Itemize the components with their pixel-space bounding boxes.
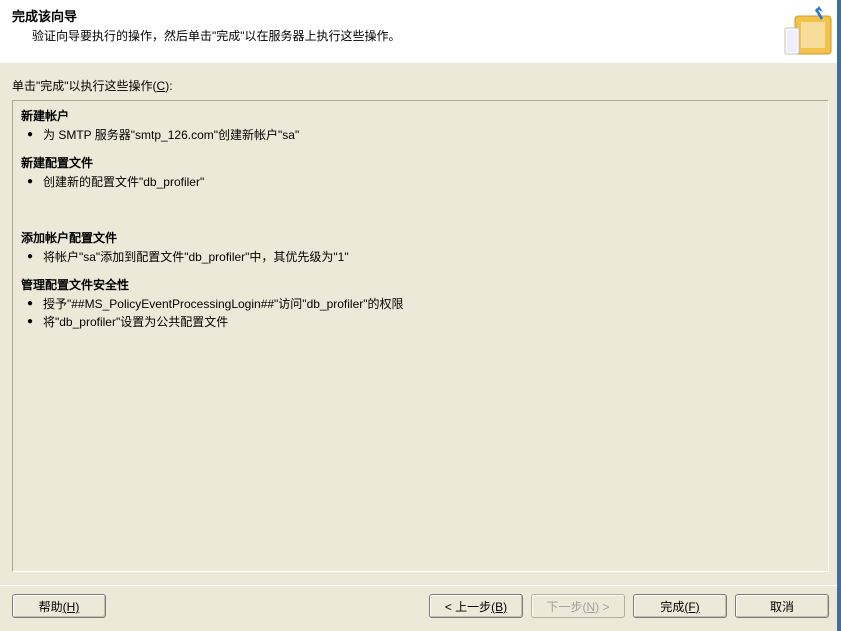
footer-right: < 上一步(B) 下一步(N) > 完成(F) 取消 [429, 594, 829, 618]
section-items: 将帐户"sa"添加到配置文件"db_profiler"中，其优先级为"1" [21, 248, 820, 266]
help-label: 帮助 [39, 600, 63, 614]
right-border-accent [837, 0, 841, 631]
section-items: 授予"##MS_PolicyEventProcessingLogin##"访问"… [21, 295, 820, 331]
finish-button[interactable]: 完成(F) [633, 594, 727, 618]
header-title: 完成该向导 [12, 6, 829, 25]
wizard-header: 完成该向导 验证向导要执行的操作，然后单击"完成"以在服务器上执行这些操作。 [0, 0, 841, 62]
help-mnemonic: (H) [63, 600, 80, 614]
list-item: 将帐户"sa"添加到配置文件"db_profiler"中，其优先级为"1" [43, 248, 820, 266]
section-title: 新建帐户 [21, 107, 820, 124]
instruction-suffix: ): [165, 79, 172, 93]
next-mnemonic: (N) [583, 600, 600, 614]
instruction-prefix: 单击"完成"以执行这些操作( [12, 79, 157, 93]
wizard-footer: 帮助(H) < 上一步(B) 下一步(N) > 完成(F) 取消 [0, 585, 841, 631]
next-suffix: > [599, 600, 609, 614]
wizard-body: 单击"完成"以执行这些操作(C): 新建帐户为 SMTP 服务器"smtp_12… [0, 63, 841, 572]
list-item: 将"db_profiler"设置为公共配置文件 [43, 313, 820, 331]
section-title: 添加帐户配置文件 [21, 229, 820, 246]
finish-label: 完成 [660, 600, 684, 614]
actions-listbox[interactable]: 新建帐户为 SMTP 服务器"smtp_126.com"创建新帐户"sa" 新建配… [12, 100, 829, 572]
finish-mnemonic: (F) [684, 600, 699, 614]
next-label: 下一步 [546, 600, 582, 614]
footer-left: 帮助(H) [12, 594, 106, 618]
cancel-label: 取消 [770, 600, 794, 614]
back-mnemonic: (B) [491, 600, 507, 614]
help-button[interactable]: 帮助(H) [12, 594, 106, 618]
next-button: 下一步(N) > [531, 594, 625, 618]
back-label: < 上一步 [445, 600, 491, 614]
wizard-page: 完成该向导 验证向导要执行的操作，然后单击"完成"以在服务器上执行这些操作。 单… [0, 0, 841, 631]
section-items: 创建新的配置文件"db_profiler" [21, 173, 820, 191]
cancel-button[interactable]: 取消 [735, 594, 829, 618]
wizard-icon [775, 2, 835, 58]
instruction-mnemonic: C [157, 79, 166, 93]
section-gap [21, 201, 820, 225]
instruction-text: 单击"完成"以执行这些操作(C): [12, 77, 829, 94]
section-title: 新建配置文件 [21, 154, 820, 171]
list-item: 授予"##MS_PolicyEventProcessingLogin##"访问"… [43, 295, 820, 313]
header-subtitle: 验证向导要执行的操作，然后单击"完成"以在服务器上执行这些操作。 [32, 27, 829, 44]
list-item: 创建新的配置文件"db_profiler" [43, 173, 820, 191]
back-button[interactable]: < 上一步(B) [429, 594, 523, 618]
section-title: 管理配置文件安全性 [21, 276, 820, 293]
list-item: 为 SMTP 服务器"smtp_126.com"创建新帐户"sa" [43, 126, 820, 144]
section-items: 为 SMTP 服务器"smtp_126.com"创建新帐户"sa" [21, 126, 820, 144]
